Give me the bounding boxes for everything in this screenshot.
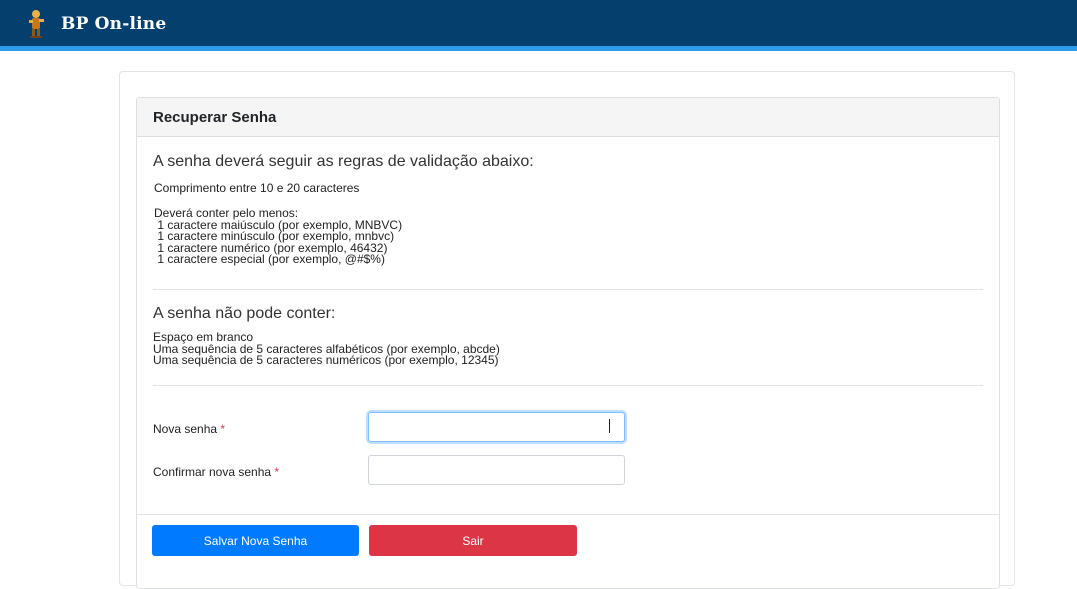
top-navbar: BP On-line [0, 0, 1077, 51]
confirm-password-label: Confirmar nova senha * [153, 465, 280, 479]
app-title[interactable]: BP On-line [61, 14, 166, 34]
divider [153, 385, 983, 386]
confirm-password-field[interactable] [368, 455, 625, 485]
required-mark: * [274, 465, 280, 479]
person-figure-icon [29, 10, 44, 38]
required-mark: * [220, 422, 226, 436]
save-password-button[interactable]: Salvar Nova Senha [152, 525, 359, 556]
forbidden-list: Espaço em branco Uma sequência de 5 cara… [153, 331, 500, 367]
forbidden-heading: A senha não pode conter: [153, 305, 336, 322]
rule-must-contain: Deverá conter pelo menos: 1 caractere ma… [154, 207, 402, 266]
card-header: Recuperar Senha [137, 98, 999, 137]
exit-button[interactable]: Sair [369, 525, 577, 556]
text-caret [609, 419, 610, 433]
list-item: Uma sequência de 5 caracteres numéricos … [153, 353, 499, 367]
new-password-label: Nova senha * [153, 422, 226, 436]
divider [153, 289, 983, 290]
rules-heading: A senha deverá seguir as regras de valid… [153, 153, 534, 170]
new-password-field[interactable] [368, 412, 625, 442]
list-item: 1 caractere especial (por exemplo, @#$%) [154, 252, 385, 266]
rule-length: Comprimento entre 10 e 20 caracteres [154, 181, 360, 195]
recover-password-card: Recuperar Senha A senha deverá seguir as… [136, 97, 1000, 589]
card-title: Recuperar Senha [153, 109, 277, 126]
footer-divider [137, 514, 999, 515]
